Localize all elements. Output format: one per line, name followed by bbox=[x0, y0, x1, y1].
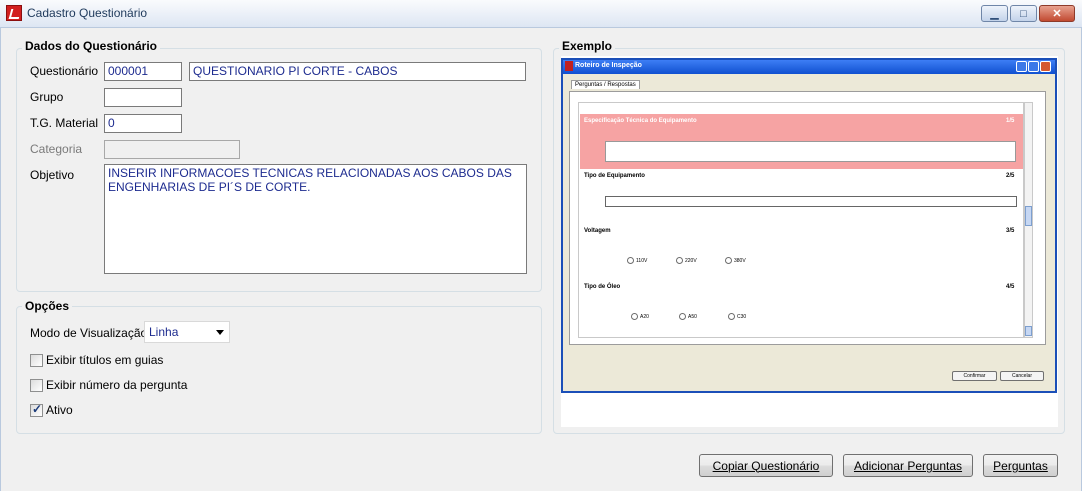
ativo-label: Ativo bbox=[46, 403, 73, 417]
window-title: Cadastro Questionário bbox=[27, 6, 148, 20]
preview-radio bbox=[728, 313, 735, 320]
grupo-label: Grupo bbox=[30, 90, 64, 104]
perguntas-button[interactable]: Perguntas bbox=[983, 454, 1058, 477]
preview-question-number: 4/5 bbox=[1006, 284, 1015, 290]
preview-confirm-button: Confirmar bbox=[952, 371, 997, 381]
preview-question-title: Tipo de Equipamento bbox=[584, 173, 645, 179]
window-titlebar bbox=[0, 0, 1082, 28]
preview-radio-label: 220V bbox=[685, 258, 697, 264]
preview-question-number: 2/5 bbox=[1006, 173, 1015, 179]
opcoes-legend: Opções bbox=[22, 299, 73, 313]
app-icon bbox=[6, 5, 22, 21]
tg-material-field[interactable]: 0 bbox=[104, 114, 182, 133]
preview-scrollbar-thumb bbox=[1025, 206, 1032, 226]
exemplo-legend: Exemplo bbox=[559, 39, 616, 53]
preview-answer-field bbox=[605, 141, 1016, 162]
objetivo-textarea[interactable]: INSERIR INFORMACOES TECNICAS RELACIONADA… bbox=[104, 164, 527, 274]
preview-question-title: Especificação Técnica do Equipamento bbox=[584, 118, 697, 124]
ativo-checkbox[interactable] bbox=[30, 402, 43, 417]
questionario-label: Questionário bbox=[30, 64, 99, 78]
preview-radio-label: C30 bbox=[737, 314, 747, 320]
exibir-titulos-checkbox[interactable] bbox=[30, 354, 43, 367]
preview-radio bbox=[676, 257, 683, 264]
minimize-button[interactable]: ▁ bbox=[981, 5, 1008, 22]
modo-visualizacao-label: Modo de Visualização bbox=[30, 326, 148, 340]
questionario-name-field[interactable]: QUESTIONARIO PI CORTE - CABOS bbox=[189, 62, 526, 81]
preview-question-number: 3/5 bbox=[1006, 228, 1015, 234]
grupo-field[interactable] bbox=[104, 88, 182, 107]
exibir-titulos-label: Exibir títulos em guias bbox=[46, 353, 164, 367]
preview-answer-field bbox=[605, 196, 1017, 207]
preview-radio bbox=[627, 257, 634, 264]
tg-material-label: T.G. Material bbox=[30, 116, 99, 130]
preview-radio-label: A50 bbox=[688, 314, 697, 320]
preview-radio-label: A20 bbox=[640, 314, 649, 320]
preview-radio bbox=[679, 313, 686, 320]
preview-question-title: Voltagem bbox=[584, 228, 611, 234]
preview-radio-label: 110V bbox=[636, 258, 648, 264]
preview-minimize-icon bbox=[1016, 61, 1027, 72]
preview-maximize-icon bbox=[1028, 61, 1039, 72]
chevron-down-icon[interactable] bbox=[216, 330, 224, 335]
preview-radio-label: 380V bbox=[734, 258, 746, 264]
questionario-code-field[interactable]: 000001 bbox=[104, 62, 182, 81]
preview-tab: Perguntas / Respostas bbox=[571, 80, 640, 89]
preview-question-title: Tipo de Óleo bbox=[584, 284, 621, 290]
preview-cancel-button: Cancelar bbox=[1000, 371, 1044, 381]
preview-radio bbox=[631, 313, 638, 320]
exibir-numero-label: Exibir número da pergunta bbox=[46, 378, 188, 392]
preview-close-icon bbox=[1040, 61, 1051, 72]
preview-radio bbox=[725, 257, 732, 264]
preview-window-title: Roteiro de Inspeção bbox=[575, 62, 642, 69]
maximize-button[interactable]: □ bbox=[1010, 5, 1037, 22]
preview-app-icon bbox=[565, 61, 573, 71]
categoria-field bbox=[104, 140, 240, 159]
exibir-numero-checkbox[interactable] bbox=[30, 379, 43, 392]
objetivo-label: Objetivo bbox=[30, 168, 75, 182]
copiar-questionario-button[interactable]: Copiar Questionário bbox=[699, 454, 833, 477]
preview-scroll-down-icon bbox=[1025, 326, 1032, 336]
categoria-label: Categoria bbox=[30, 142, 83, 156]
preview-question-number: 1/5 bbox=[1006, 118, 1015, 124]
modo-visualizacao-value: Linha bbox=[149, 325, 179, 339]
close-button[interactable]: ✕ bbox=[1039, 5, 1075, 22]
adicionar-perguntas-button[interactable]: Adicionar Perguntas bbox=[843, 454, 973, 477]
dados-legend: Dados do Questionário bbox=[22, 39, 161, 53]
